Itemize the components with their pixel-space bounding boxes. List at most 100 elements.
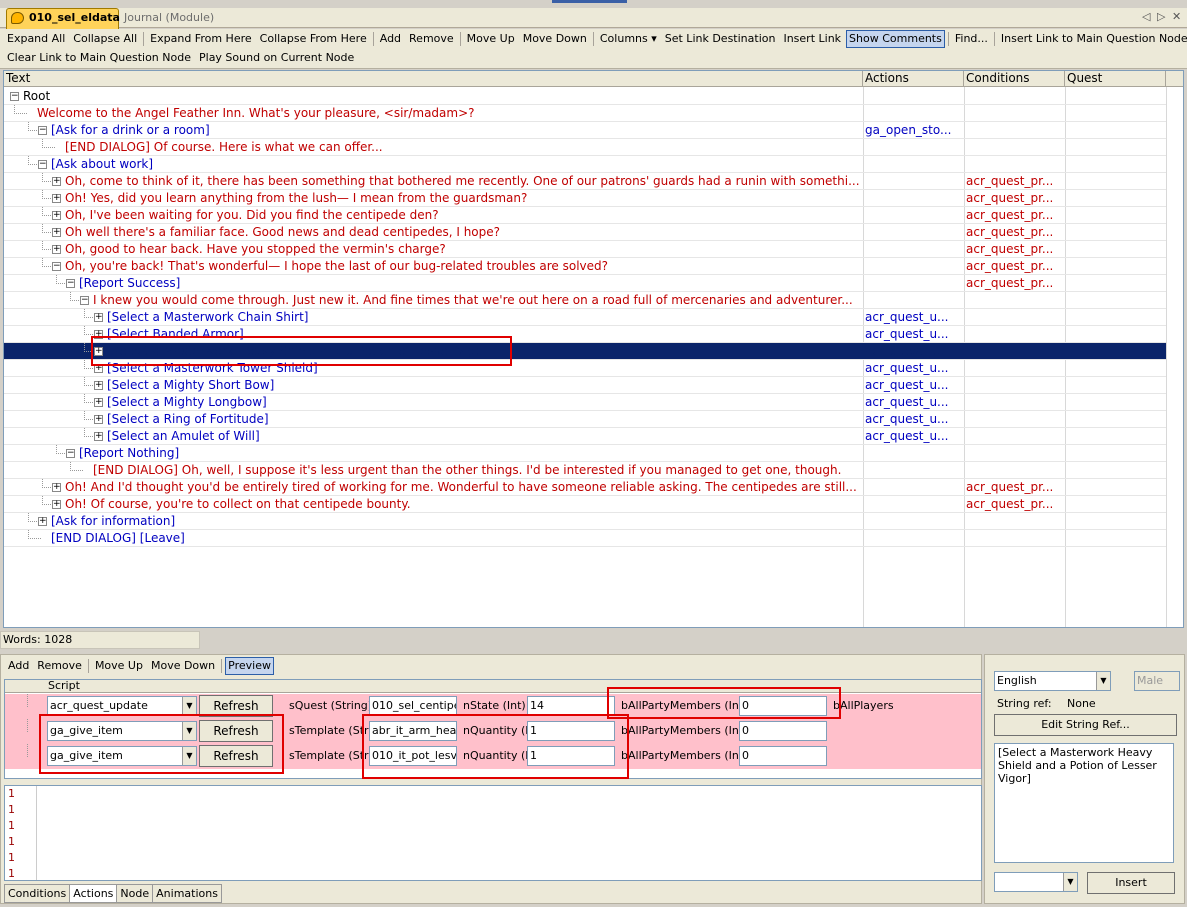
column-text[interactable]: Text — [4, 71, 863, 87]
tree-row[interactable]: + [Select a Mighty Short Bow] acr_quest_u.… — [4, 377, 1166, 394]
tree-row[interactable]: + [Ask for information] — [4, 513, 1166, 530]
tab-journal[interactable]: Journal (Module) — [124, 10, 214, 26]
tree-row[interactable]: + [Select a Ring of Fortitude] acr_quest_u… — [4, 411, 1166, 428]
expand-from-here-button[interactable]: Expand From Here — [147, 30, 254, 48]
move-down-button[interactable]: Move Down — [520, 30, 590, 48]
move-up-button[interactable]: Move Up — [464, 30, 518, 48]
action-preview-button[interactable]: Preview — [225, 657, 274, 675]
refresh-button[interactable]: Refresh — [199, 695, 273, 717]
edit-string-ref-button[interactable]: Edit String Ref... — [994, 714, 1177, 736]
expand-icon[interactable]: + — [52, 500, 61, 509]
expand-icon[interactable]: + — [94, 432, 103, 441]
action-remove-button[interactable]: Remove — [34, 657, 85, 675]
param-input[interactable]: 1 — [527, 721, 615, 741]
gender-select[interactable]: Male — [1134, 671, 1180, 691]
tree-row[interactable]: + Oh! And I'd thought you'd be entirely t… — [4, 479, 1166, 496]
tree-row[interactable]: Welcome to the Angel Feather Inn. What's… — [4, 105, 1166, 122]
scroll-left-icon[interactable]: ◁ — [1142, 10, 1150, 23]
script-row[interactable]: ga_give_item ▼ Refresh sTemplate (String) 01… — [5, 744, 981, 769]
collapse-from-here-button[interactable]: Collapse From Here — [257, 30, 370, 48]
param-input[interactable]: 0 — [739, 746, 827, 766]
tree-row[interactable]: + [Select Banded Armor] acr_quest_u... — [4, 326, 1166, 343]
tree-row[interactable]: [END DIALOG] Oh, well, I suppose it's le… — [4, 462, 1166, 479]
collapse-icon[interactable]: − — [66, 449, 75, 458]
insert-link-button[interactable]: Insert Link — [780, 30, 844, 48]
column-conditions[interactable]: Conditions — [964, 71, 1065, 87]
collapse-icon[interactable]: − — [10, 92, 19, 101]
collapse-icon[interactable]: − — [66, 279, 75, 288]
expand-icon[interactable]: + — [94, 415, 103, 424]
language-select[interactable]: English ▼ — [994, 671, 1111, 691]
tree-row[interactable]: + [Select a Mighty Longbow] acr_quest_u... — [4, 394, 1166, 411]
tree-row[interactable]: − [Report Success] acr_quest_pr... — [4, 275, 1166, 292]
columns-button[interactable]: Columns ▾ — [597, 30, 660, 48]
tree-row[interactable]: − I knew you would come through. Just new… — [4, 292, 1166, 309]
script-row[interactable]: acr_quest_update ▼ Refresh sQuest (String) 0… — [5, 694, 981, 719]
column-script[interactable]: Script — [48, 680, 80, 692]
refresh-button[interactable]: Refresh — [199, 745, 273, 767]
script-select[interactable]: acr_quest_update ▼ — [47, 696, 197, 716]
tree-row[interactable]: [END DIALOG] [Leave] — [4, 530, 1166, 547]
expand-icon[interactable]: + — [52, 228, 61, 237]
action-move-down-button[interactable]: Move Down — [148, 657, 218, 675]
param-input[interactable]: abr_it_arm_heavy — [369, 721, 457, 741]
tree-row[interactable]: + Oh, I've been waiting for you. Did you … — [4, 207, 1166, 224]
tree-row[interactable]: + Oh, good to hear back. Have you stopped… — [4, 241, 1166, 258]
insert-link-to-main-question-node-button[interactable]: Insert Link to Main Question Node — [998, 30, 1187, 48]
expand-icon[interactable]: + — [94, 313, 103, 322]
expand-icon[interactable]: + — [52, 177, 61, 186]
tree-row[interactable]: + Oh well there's a familiar face. Good n… — [4, 224, 1166, 241]
refresh-button[interactable]: Refresh — [199, 720, 273, 742]
expand-icon[interactable]: + — [94, 381, 103, 390]
tree-row[interactable]: [END DIALOG] Of course. Here is what we … — [4, 139, 1166, 156]
remove-button[interactable]: Remove — [406, 30, 457, 48]
expand-all-button[interactable]: Expand All — [4, 30, 68, 48]
column-actions[interactable]: Actions — [863, 71, 964, 87]
tree-row[interactable]: − [Ask about work] — [4, 156, 1166, 173]
expand-icon[interactable]: + — [94, 330, 103, 339]
script-select[interactable]: ga_give_item ▼ — [47, 721, 197, 741]
script-row[interactable]: ga_give_item ▼ Refresh sTemplate (String) ab… — [5, 719, 981, 744]
action-move-up-button[interactable]: Move Up — [92, 657, 146, 675]
tree-row[interactable]: − [Ask for a drink or a room] ga_open_sto.… — [4, 122, 1166, 139]
tree-row[interactable]: + Oh! Of course, you're to collect on tha… — [4, 496, 1166, 513]
param-input[interactable]: 010_sel_centiped — [369, 696, 457, 716]
tab-node[interactable]: Node — [116, 884, 154, 903]
collapse-icon[interactable]: − — [38, 160, 47, 169]
param-input[interactable]: 1 — [527, 746, 615, 766]
node-text-editor[interactable]: [Select a Masterwork Heavy Shield and a … — [994, 743, 1174, 863]
tab-animations[interactable]: Animations — [152, 884, 222, 903]
collapse-all-button[interactable]: Collapse All — [70, 30, 140, 48]
set-link-destination-button[interactable]: Set Link Destination — [662, 30, 779, 48]
tree-row[interactable]: − [Report Nothing] — [4, 445, 1166, 462]
tree-row[interactable]: + [Select an Amulet of Will] acr_quest_u..… — [4, 428, 1166, 445]
param-input[interactable]: 0 — [739, 696, 827, 716]
tree-row[interactable]: − Root — [4, 88, 1166, 105]
insert-button[interactable]: Insert — [1087, 872, 1175, 894]
add-button[interactable]: Add — [377, 30, 404, 48]
expand-icon[interactable]: + — [94, 398, 103, 407]
tree-row[interactable]: + [Select a Masterwork Heavy Shield and a… — [4, 343, 1166, 360]
expand-icon[interactable]: + — [52, 245, 61, 254]
expand-icon[interactable]: + — [38, 517, 47, 526]
collapse-icon[interactable]: − — [52, 262, 61, 271]
clear-link-to-main-question-node-button[interactable]: Clear Link to Main Question Node — [4, 49, 194, 67]
expand-icon[interactable]: + — [52, 194, 61, 203]
tab-actions[interactable]: Actions — [69, 884, 118, 903]
show-comments-button[interactable]: Show Comments — [846, 30, 945, 48]
expand-icon[interactable]: + — [94, 364, 103, 373]
tab-dialog[interactable]: 010_sel_eldata — [6, 8, 120, 29]
tree-row[interactable]: + [Select a Masterwork Tower Shield] acr_q… — [4, 360, 1166, 377]
scroll-right-icon[interactable]: ▷ — [1157, 10, 1165, 23]
play-sound-on-current-node-button[interactable]: Play Sound on Current Node — [196, 49, 357, 67]
param-input[interactable]: 010_it_pot_lesvig — [369, 746, 457, 766]
action-add-button[interactable]: Add — [5, 657, 32, 675]
tree-row[interactable]: + [Select a Masterwork Chain Shirt] acr_qu… — [4, 309, 1166, 326]
tree-row[interactable]: − Oh, you're back! That's wonderful— I ho… — [4, 258, 1166, 275]
expand-icon[interactable]: + — [52, 483, 61, 492]
close-tab-icon[interactable]: ✕ — [1172, 10, 1181, 23]
param-input[interactable]: 0 — [739, 721, 827, 741]
script-select[interactable]: ga_give_item ▼ — [47, 746, 197, 766]
tree-row[interactable]: + Oh! Yes, did you learn anything from th… — [4, 190, 1166, 207]
param-input[interactable]: 14 — [527, 696, 615, 716]
